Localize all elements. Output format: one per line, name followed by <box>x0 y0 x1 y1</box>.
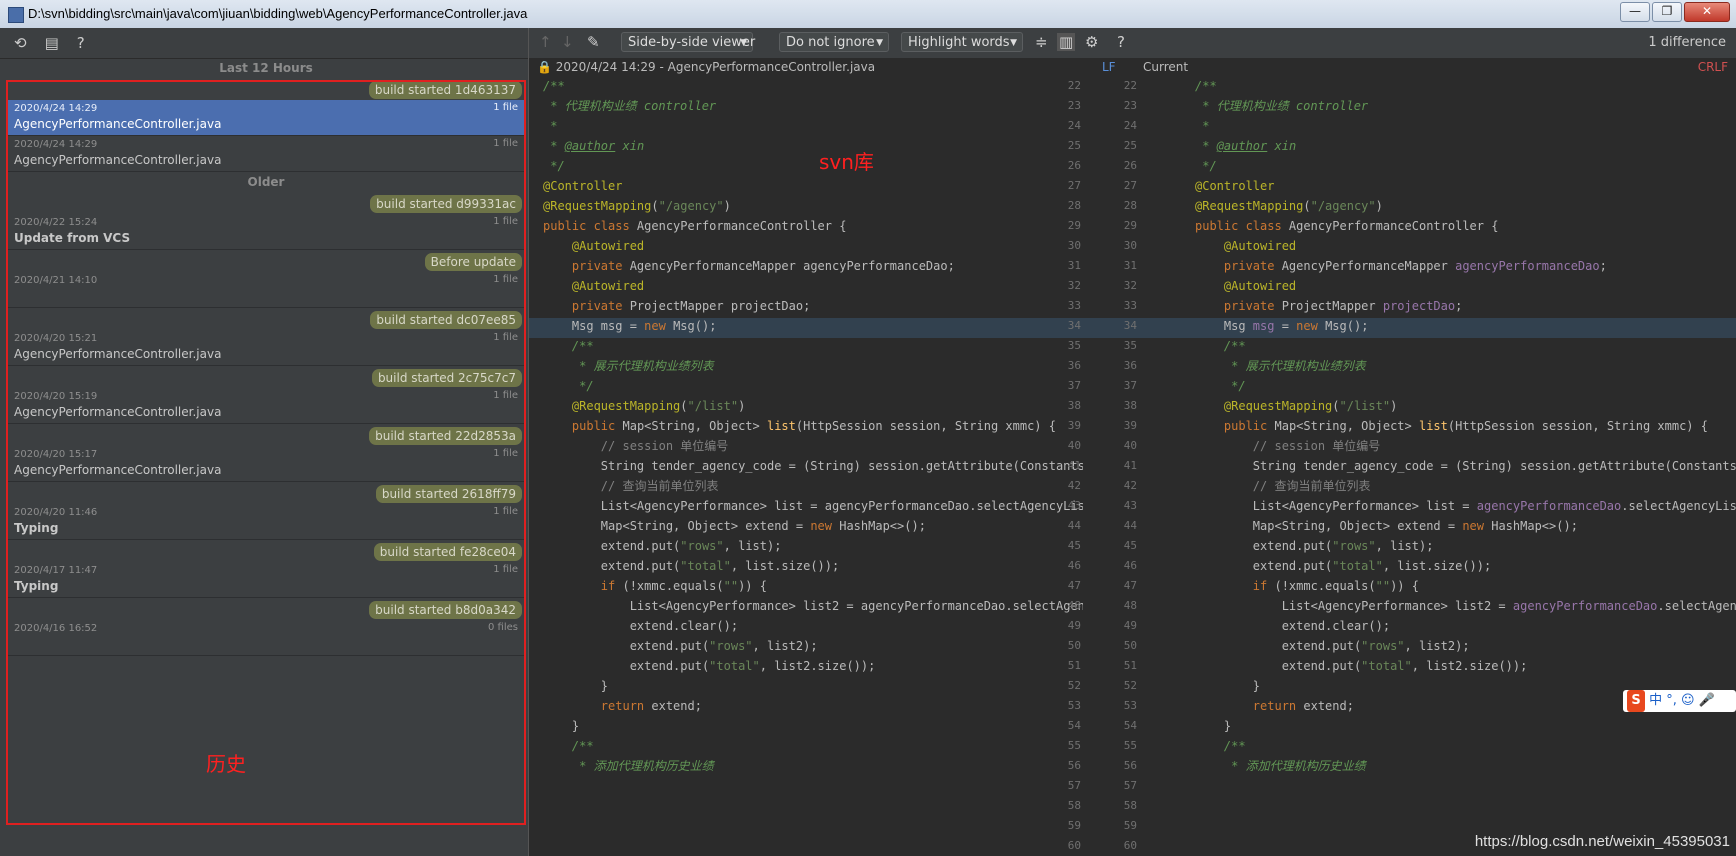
history-revision-row[interactable]: 2020/4/22 15:24 1 file Update from VCS <box>6 214 526 250</box>
history-revision-row[interactable]: 2020/4/20 15:19 1 file AgencyPerformanceCo… <box>6 388 526 424</box>
revision-description: AgencyPerformanceController.java <box>14 117 222 131</box>
watermark: https://blog.csdn.net/weixin_45395031 <box>1474 833 1730 850</box>
ime-toolbar[interactable]: S 中 °, ☺ 🎤 <box>1623 690 1736 712</box>
history-label-row: build started d99331ac <box>6 192 526 214</box>
history-revision-row[interactable]: 2020/4/20 15:17 1 file AgencyPerformanceCo… <box>6 446 526 482</box>
edit-icon[interactable]: ✎ <box>587 33 600 51</box>
next-diff-icon[interactable]: ↓ <box>561 33 574 51</box>
window-title: D:\svn\bidding\src\main\java\com\jiuan\b… <box>28 6 528 21</box>
history-label-badge: build started dc07ee85 <box>370 311 522 329</box>
prev-diff-icon[interactable]: ↑ <box>539 33 552 51</box>
revision-date: 2020/4/21 14:10 <box>14 275 98 286</box>
history-revision-row[interactable]: 2020/4/24 14:29 1 file AgencyPerformanceCo… <box>6 100 526 136</box>
local-history-panel: ⟲ ▤ ? Last 12 Hours build started 1d46313… <box>0 28 529 856</box>
revision-file-count: 1 file <box>493 274 518 285</box>
ignore-select[interactable]: Do not ignore ▼ <box>779 32 889 52</box>
revision-date: 2020/4/22 15:24 <box>14 217 98 228</box>
revision-file-count: 1 file <box>493 102 518 113</box>
collapse-icon[interactable]: ≑ <box>1035 33 1048 51</box>
revision-date: 2020/4/20 11:46 <box>14 507 98 518</box>
revision-date: 2020/4/16 16:52 <box>14 623 98 634</box>
app-icon <box>8 7 24 23</box>
settings-gear-icon[interactable]: ⚙ <box>1085 33 1098 51</box>
history-label-badge: Before update <box>424 253 522 271</box>
right-line-numbers: 22 23 24 25 26 27 28 29 30 31 32 33 34 35 36 37 38 39 40 41… <box>1123 79 1137 852</box>
history-label-row: build started 1d463137 <box>6 78 526 100</box>
revision-date: 2020/4/20 15:21 <box>14 333 98 344</box>
history-label-row: Before update <box>6 250 526 272</box>
history-revision-row[interactable]: 2020/4/17 11:47 1 file Typing <box>6 562 526 598</box>
revision-description: AgencyPerformanceController.java <box>14 347 222 361</box>
revision-description: Typing <box>14 579 59 593</box>
history-label-row: build started dc07ee85 <box>6 308 526 330</box>
revision-description: Typing <box>14 521 59 535</box>
revision-file-count: 1 file <box>493 564 518 575</box>
sync-scroll-icon[interactable]: ▥ <box>1057 33 1076 51</box>
history-label-badge: build started 2618ff79 <box>375 485 522 503</box>
revision-date: 2020/4/24 14:29 <box>14 103 98 114</box>
history-label-row: build started 2c75c7c7 <box>6 366 526 388</box>
diff-panel: ↑ ↓ ✎ Side-by-side viewer ▼ Do not ignore… <box>529 28 1736 856</box>
history-label-row: build started fe28ce04 <box>6 540 526 562</box>
history-revision-row[interactable]: 2020/4/16 16:52 0 files <box>6 620 526 656</box>
history-label-badge: build started 22d2853a <box>369 427 522 445</box>
difference-count: 1 difference <box>1648 35 1726 50</box>
revision-description: AgencyPerformanceController.java <box>14 153 222 167</box>
window-controls: — ❐ ✕ <box>1620 2 1730 22</box>
revision-file-count: 1 file <box>493 332 518 343</box>
history-label-row: build started 22d2853a <box>6 424 526 446</box>
sogou-icon: S <box>1627 690 1645 712</box>
revision-description: Update from VCS <box>14 231 131 245</box>
history-group-header: Last 12 Hours <box>219 61 313 75</box>
history-label-row: build started b8d0a342 <box>6 598 526 620</box>
history-revision-row[interactable]: 2020/4/24 14:29 1 file AgencyPerformanceCo… <box>6 136 526 172</box>
right-line-separator: CRLF <box>1697 60 1728 74</box>
revision-file-count: 1 file <box>493 390 518 401</box>
revision-file-count: 1 file <box>493 506 518 517</box>
right-code: /** * 代理机构业绩 controller * * @author xin … <box>1195 79 1736 773</box>
history-group-header: Older <box>247 175 285 189</box>
undo-icon[interactable]: ⟲ <box>14 34 27 52</box>
left-line-separator: LF <box>1102 60 1116 74</box>
window-titlebar: D:\svn\bidding\src\main\java\com\jiuan\b… <box>0 0 1736 29</box>
viewer-select[interactable]: Side-by-side viewer ▼ <box>621 32 755 52</box>
history-label-badge: build started 2c75c7c7 <box>371 369 522 387</box>
history-label-badge: build started b8d0a342 <box>369 601 522 619</box>
diff-toolbar: ↑ ↓ ✎ Side-by-side viewer ▼ Do not ignore… <box>529 28 1736 59</box>
history-label-badge: build started d99331ac <box>370 195 522 213</box>
close-button[interactable]: ✕ <box>1684 2 1730 22</box>
minimize-button[interactable]: — <box>1620 2 1650 22</box>
maximize-button[interactable]: ❐ <box>1652 2 1682 22</box>
left-line-numbers: 22 23 24 25 26 27 28 29 30 31 32 33 34 35 36 37 38 39 40 41… <box>1067 79 1081 852</box>
revision-file-count: 1 file <box>493 448 518 459</box>
history-label-badge: build started 1d463137 <box>368 81 522 99</box>
history-label-badge: build started fe28ce04 <box>373 543 522 561</box>
history-revision-row[interactable]: 2020/4/20 15:21 1 file AgencyPerformanceCo… <box>6 330 526 366</box>
revision-icon[interactable]: ▤ <box>45 34 59 52</box>
revision-file-count: 1 file <box>493 138 518 149</box>
history-label-row: build started 2618ff79 <box>6 482 526 504</box>
highlight-select[interactable]: Highlight words ▼ <box>901 32 1023 52</box>
history-revision-row[interactable]: 2020/4/21 14:10 1 file <box>6 272 526 308</box>
history-list: Last 12 Hours build started 1d463137 2020/… <box>6 58 526 656</box>
revision-date: 2020/4/20 15:19 <box>14 391 98 402</box>
history-revision-row[interactable]: 2020/4/20 11:46 1 file Typing <box>6 504 526 540</box>
left-code: /** * 代理机构业绩 controller * * @author xin … <box>543 79 1083 773</box>
help-icon[interactable]: ? <box>77 34 85 52</box>
revision-date: 2020/4/17 11:47 <box>14 565 98 576</box>
left-file-header: 🔒 2020/4/24 14:29 - AgencyPerformanceCon… <box>537 60 876 74</box>
history-toolbar: ⟲ ▤ ? <box>0 28 528 59</box>
right-file-header: Current <box>1143 60 1189 74</box>
revision-date: 2020/4/24 14:29 <box>14 139 98 150</box>
revision-file-count: 1 file <box>493 216 518 227</box>
history-annotation: 历史 <box>206 752 246 776</box>
help-icon[interactable]: ? <box>1117 33 1125 51</box>
revision-file-count: 0 files <box>488 622 518 633</box>
revision-date: 2020/4/20 15:17 <box>14 449 98 460</box>
revision-description: AgencyPerformanceController.java <box>14 463 222 477</box>
revision-description: AgencyPerformanceController.java <box>14 405 222 419</box>
